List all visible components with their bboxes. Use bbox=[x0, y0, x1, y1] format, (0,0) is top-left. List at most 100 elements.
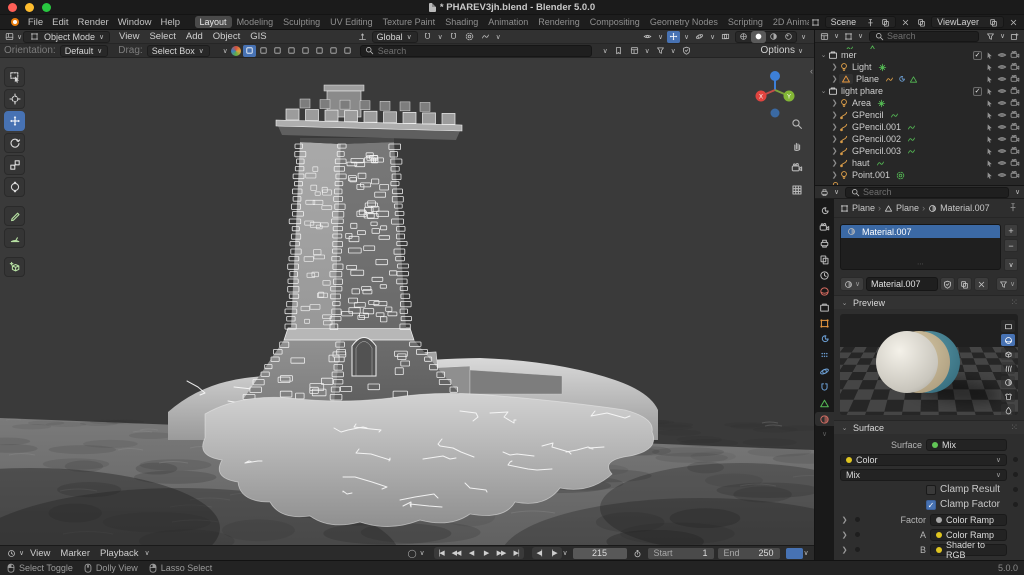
hide-eye-icon[interactable] bbox=[997, 134, 1007, 144]
zoom-icon[interactable] bbox=[791, 118, 803, 133]
breadcrumb-item[interactable]: Plane bbox=[884, 203, 919, 213]
chevron-down-icon[interactable]: ∨ bbox=[495, 31, 502, 43]
render-visibility-icon[interactable] bbox=[1010, 98, 1020, 108]
select-arrow-icon[interactable] bbox=[985, 123, 994, 132]
start-frame-field[interactable]: Start 1 bbox=[648, 548, 714, 559]
orientation-selector[interactable]: Global ∨ bbox=[372, 31, 418, 43]
workspace-tab-modeling[interactable]: Modeling bbox=[232, 16, 279, 28]
workspace-tab-layout[interactable]: Layout bbox=[195, 16, 232, 28]
preview-cube-button[interactable] bbox=[1001, 348, 1015, 360]
chevron-down-icon[interactable]: ∨ bbox=[670, 45, 677, 57]
gis-toggle-icon[interactable] bbox=[271, 45, 284, 57]
chevron-down-icon[interactable]: ∨ bbox=[437, 31, 444, 43]
jump-end-button[interactable]: ▶| bbox=[509, 547, 524, 559]
xray-icon[interactable] bbox=[719, 31, 732, 43]
new-collection-icon[interactable] bbox=[1008, 30, 1021, 42]
render-visibility-icon[interactable] bbox=[1010, 110, 1020, 120]
gis-globe-icon[interactable] bbox=[231, 46, 241, 56]
axis-z-ball[interactable] bbox=[770, 71, 780, 81]
decorator-dot[interactable] bbox=[1013, 502, 1018, 507]
disclosure-icon[interactable]: ❯ bbox=[830, 123, 839, 131]
outliner-search-input[interactable] bbox=[887, 31, 974, 41]
hide-eye-icon[interactable] bbox=[997, 170, 1007, 180]
scene-selector[interactable]: Scene bbox=[825, 16, 897, 28]
editor-type-icon[interactable] bbox=[3, 31, 16, 43]
preview-fluid-button[interactable] bbox=[1001, 404, 1015, 415]
view-layer-icon[interactable] bbox=[915, 16, 928, 28]
render-visibility-icon[interactable] bbox=[1010, 170, 1020, 180]
properties-tab-tool[interactable] bbox=[815, 204, 834, 218]
material-slot-list[interactable]: Material.007 ⋯ bbox=[840, 224, 1001, 270]
properties-tab-particles[interactable] bbox=[815, 348, 834, 362]
hide-eye-icon[interactable] bbox=[997, 158, 1007, 168]
decorator-dot[interactable] bbox=[1013, 487, 1018, 492]
tool-transform[interactable] bbox=[4, 177, 25, 197]
zoom-icon[interactable] bbox=[791, 118, 803, 130]
tool-add-cube[interactable] bbox=[4, 257, 25, 277]
clamp-result-checkbox[interactable] bbox=[926, 485, 936, 495]
outliner-search[interactable] bbox=[869, 31, 979, 42]
hide-eye-icon[interactable] bbox=[997, 86, 1007, 96]
camera-view-icon[interactable] bbox=[791, 162, 803, 174]
timeline-menu-marker[interactable]: Marker bbox=[55, 548, 95, 559]
outliner-row[interactable]: ⌄ mer ✓ bbox=[815, 49, 1024, 61]
stopwatch-icon[interactable] bbox=[631, 547, 644, 559]
disclosure-icon[interactable]: ❯ bbox=[830, 63, 839, 71]
workspace-tab-sculpting[interactable]: Sculpting bbox=[278, 16, 325, 28]
slot-specials-button[interactable]: ∨ bbox=[1004, 258, 1018, 271]
properties-tab-material[interactable] bbox=[815, 412, 834, 426]
gis-toggle-icon[interactable] bbox=[285, 45, 298, 57]
select-arrow-icon[interactable] bbox=[985, 147, 994, 156]
tool-move[interactable] bbox=[4, 111, 25, 131]
render-visibility-icon[interactable] bbox=[1010, 134, 1020, 144]
3d-viewport[interactable]: X Y ‹ bbox=[0, 58, 814, 545]
tool-cursor[interactable] bbox=[4, 89, 25, 109]
shield-icon[interactable] bbox=[680, 45, 693, 57]
mix-dropdown[interactable]: Mix ∨ bbox=[840, 469, 1007, 481]
hide-eye-icon[interactable] bbox=[997, 98, 1007, 108]
shading-rendered-icon[interactable] bbox=[781, 31, 796, 43]
disclosure-icon[interactable]: ❯ bbox=[840, 531, 849, 539]
sync-icon[interactable] bbox=[786, 548, 803, 559]
chevron-down-icon[interactable]: ∨ bbox=[857, 30, 864, 42]
slot-list-resize-handle[interactable]: ⋯ bbox=[845, 260, 996, 268]
tool-annotate[interactable] bbox=[4, 206, 25, 226]
orthographic-grid-icon[interactable] bbox=[791, 184, 803, 196]
render-visibility-icon[interactable] bbox=[1010, 158, 1020, 168]
tool-rotate[interactable] bbox=[4, 133, 25, 153]
select-arrow-icon[interactable] bbox=[985, 171, 994, 180]
select-arrow-icon[interactable] bbox=[985, 51, 994, 60]
preview-sphere-button[interactable] bbox=[1001, 334, 1015, 346]
properties-tab-view-layer[interactable] bbox=[815, 252, 834, 266]
properties-tab-world[interactable] bbox=[815, 284, 834, 298]
disclosure-icon[interactable]: ❯ bbox=[830, 135, 839, 143]
gp-data-icon[interactable] bbox=[907, 123, 916, 132]
gis-toggle-icon[interactable] bbox=[257, 45, 270, 57]
gp-data-icon[interactable] bbox=[890, 111, 899, 120]
keyframe-prev-button[interactable]: ◀◀ bbox=[449, 547, 464, 559]
hide-eye-icon[interactable] bbox=[997, 74, 1007, 84]
outliner-row[interactable]: ❯ GPencil bbox=[815, 109, 1024, 121]
render-visibility-icon[interactable] bbox=[1010, 50, 1020, 60]
outliner-row[interactable]: ❯ GPencil.001 bbox=[815, 121, 1024, 133]
shading-wireframe-icon[interactable] bbox=[736, 31, 751, 43]
chevron-down-icon[interactable]: ∨ bbox=[822, 430, 827, 438]
light-data-icon[interactable] bbox=[878, 63, 887, 72]
decorator-dot[interactable] bbox=[855, 547, 860, 552]
mode-selector[interactable]: Object Mode ∨ bbox=[23, 31, 110, 43]
select-arrow-icon[interactable] bbox=[985, 87, 994, 96]
outliner-row[interactable]: ❯ GPencil.002 bbox=[815, 133, 1024, 145]
workspace-tab-uv-editing[interactable]: UV Editing bbox=[325, 16, 378, 28]
hide-eye-icon[interactable] bbox=[997, 50, 1007, 60]
point-light-data-icon[interactable] bbox=[896, 171, 905, 180]
properties-tab-output[interactable] bbox=[815, 236, 834, 250]
menu-help[interactable]: Help bbox=[156, 17, 185, 28]
frame-forward-button[interactable]: |▶ bbox=[547, 547, 562, 559]
disclosure-icon[interactable]: ⌄ bbox=[819, 87, 828, 95]
end-frame-field[interactable]: End 250 bbox=[718, 548, 780, 559]
select-arrow-icon[interactable] bbox=[985, 159, 994, 168]
decorator-dot[interactable] bbox=[855, 517, 860, 522]
chevron-down-icon[interactable]: ∨ bbox=[999, 30, 1006, 42]
orthographic-grid-icon[interactable] bbox=[791, 184, 803, 199]
outliner-row[interactable]: ❯ Light bbox=[815, 61, 1024, 73]
